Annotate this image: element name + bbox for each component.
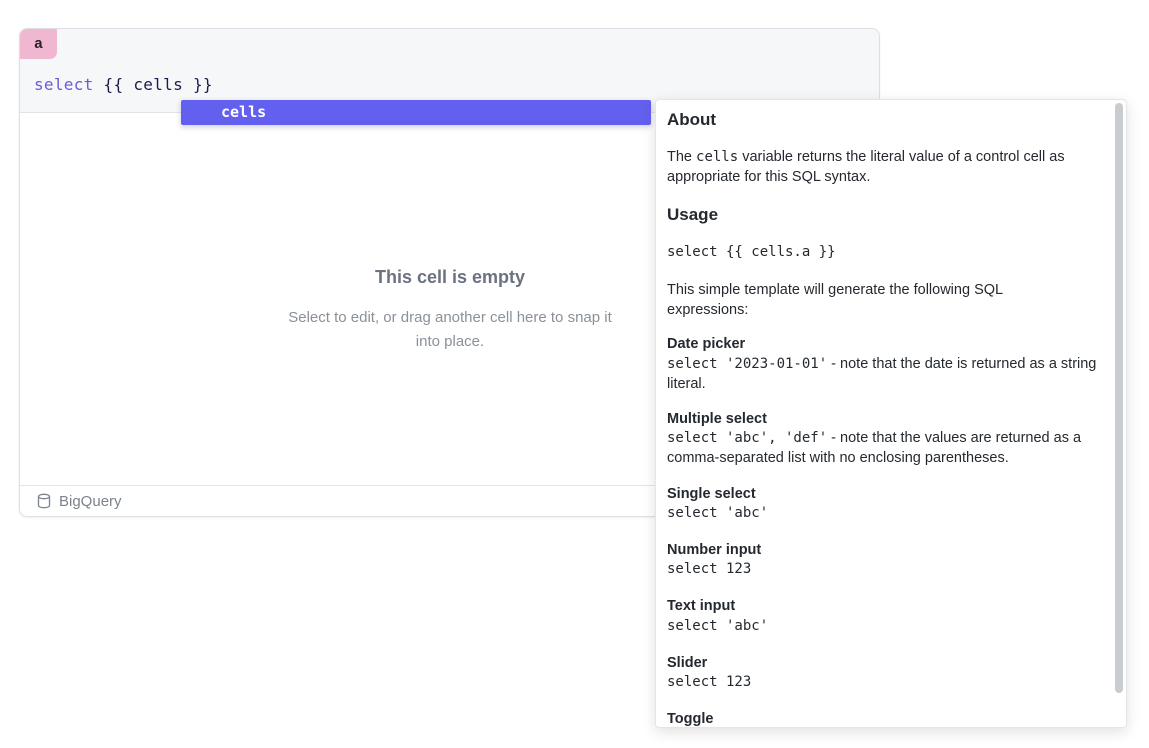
autocomplete-menu[interactable]: cells xyxy=(181,100,651,125)
entry-title: Single select xyxy=(667,486,756,502)
entry-title: Toggle xyxy=(667,711,714,727)
entry-title: Multiple select xyxy=(667,411,767,427)
usage-heading: Usage xyxy=(667,205,719,224)
entry-body: select '2023-01-01' - note that the date… xyxy=(667,356,1097,392)
entry-code: select 123 xyxy=(667,561,752,577)
sql-template: {{ cells }} xyxy=(103,75,213,94)
entry-code: select 123 xyxy=(667,674,752,690)
data-source-label[interactable]: BigQuery xyxy=(59,493,122,510)
entry-title: Date picker xyxy=(667,336,746,352)
autocomplete-docs-panel[interactable]: About The cells variable returns the lit… xyxy=(655,99,1127,728)
sql-keyword: select xyxy=(34,75,94,94)
entry-title: Text input xyxy=(667,598,736,614)
docs-scrollbar[interactable] xyxy=(1115,103,1123,693)
empty-cell-description: Select to edit, or drag another cell her… xyxy=(288,309,612,350)
database-icon xyxy=(37,493,51,509)
autocomplete-item-cells[interactable]: cells xyxy=(221,103,266,121)
usage-code: select {{ cells.a }} xyxy=(667,244,836,260)
entry-code: select 'abc' xyxy=(667,618,769,634)
about-heading: About xyxy=(667,110,717,129)
entry-title: Slider xyxy=(667,655,708,671)
cell-name-tag[interactable]: a xyxy=(20,29,57,59)
entry-code: select 'abc' xyxy=(667,505,769,521)
about-text: The cells variable returns the literal v… xyxy=(667,149,1065,185)
entry-body: select 'abc', 'def' - note that the valu… xyxy=(667,430,1082,466)
entry-title: Number input xyxy=(667,542,762,558)
sql-code-line[interactable]: select {{ cells }} xyxy=(34,75,213,94)
usage-description: This simple template will generate the f… xyxy=(667,282,1003,318)
